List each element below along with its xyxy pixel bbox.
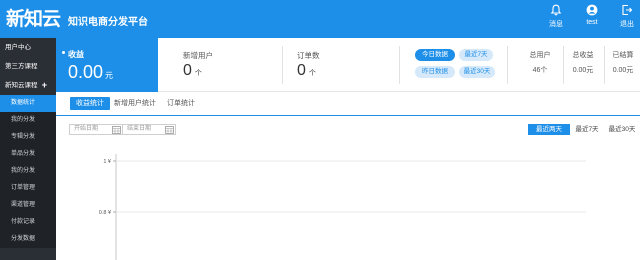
top-header: 新知云 知识电商分发平台 消息 test 退出 [0, 0, 640, 38]
sidebar-item-label: 单品分发 [11, 151, 36, 157]
sidebar-item-label: 第三方课程 [5, 63, 38, 70]
sidebar-item-label: 数据统计 [11, 100, 36, 106]
logout-icon [622, 4, 633, 16]
yesterday-data-button[interactable]: 昨日数据 [415, 66, 455, 78]
sidebar-item-label: 新知云课程 [5, 82, 38, 89]
platform-title: 知识电商分发平台 [68, 17, 148, 28]
revenue-value-row: 0.00 元 [68, 62, 113, 83]
tab-order-statistics[interactable]: 订单统计 [167, 97, 195, 110]
total-revenue-value: 0.00元 [572, 67, 594, 74]
sidebar-item-label: 我的分发 [11, 168, 36, 174]
end-date-placeholder: 结束日期 [127, 126, 152, 132]
calendar-icon [165, 126, 174, 134]
tab-new-user-statistics[interactable]: 新增用户统计 [114, 97, 156, 110]
sidebar-item-label: 渠道管理 [11, 202, 36, 208]
y-tick-label: 0.8 ¥ [99, 210, 112, 216]
settled-value: 0.00元 [612, 67, 634, 74]
expand-toggle-icon[interactable]: + [42, 76, 47, 95]
end-date-input[interactable]: 结束日期 [122, 124, 176, 135]
new-users-label: 新增用户 [183, 51, 213, 60]
sidebar-item-album-distribution[interactable]: 专辑分发 [0, 129, 56, 146]
sidebar-item-label: 分发数据 [11, 236, 36, 242]
start-date-input[interactable]: 开始日期 [69, 124, 123, 135]
messages-label: 消息 [549, 21, 563, 28]
revenue-value: 0.00 [68, 62, 104, 82]
settled-label: 已结算 [612, 52, 634, 59]
calendar-icon [112, 126, 121, 134]
revenue-card[interactable]: 收益 0.00 元 [56, 38, 158, 92]
sidebar-item-channel-management[interactable]: 渠道管理 [0, 197, 56, 214]
orders-unit: 个 [308, 70, 316, 77]
total-revenue-label: 总收益 [572, 52, 594, 59]
new-users-value-row: 0个 [183, 62, 202, 80]
range-last-30-days-button[interactable]: 最近30天 [605, 124, 639, 135]
bullet-icon [62, 51, 65, 54]
app-logo[interactable]: 新知云 [6, 4, 61, 31]
sidebar-item-data-statistics[interactable]: 数据统计 [0, 95, 56, 112]
sidebar-item-single-distribution[interactable]: 单品分发 [0, 146, 56, 163]
sidebar-item-label: 付款记录 [11, 219, 36, 225]
total-users-label: 总用户 [529, 52, 551, 59]
orders-value-row: 0个 [297, 62, 316, 80]
sidebar-item-label: 订单管理 [11, 185, 36, 191]
total-users-value: 46个 [532, 67, 548, 74]
sidebar-item-third-party-courses[interactable]: 第三方课程 [0, 57, 56, 76]
logout-label: 退出 [620, 21, 634, 28]
revenue-chart: 1 ¥0.8 ¥0.6 ¥ [56, 144, 640, 260]
sidebar-item-payment-records[interactable]: 付款记录 [0, 214, 56, 231]
tab-revenue-statistics[interactable]: 收益统计 [70, 97, 110, 110]
logout-button[interactable]: 退出 [612, 4, 640, 29]
sidebar-item-my-distribution[interactable]: 我的分发 [0, 112, 56, 129]
range-last-2-days-button[interactable]: 最近两天 [528, 124, 570, 135]
statistics-tabs: 收益统计 新增用户统计 订单统计 [56, 92, 640, 116]
sidebar-item-user-center[interactable]: 用户中心 [0, 38, 56, 57]
revenue-unit: 元 [105, 71, 114, 80]
today-data-button[interactable]: 今日数据 [415, 49, 455, 61]
orders-label: 订单数 [297, 51, 320, 60]
last-30-days-button[interactable]: 最近30天 [459, 66, 495, 78]
divider [399, 46, 400, 84]
chart-canvas: 1 ¥0.8 ¥0.6 ¥ [99, 154, 586, 260]
stats-panel: 收益 0.00 元 新增用户 0个 订单数 0个 今日数据 最近7天 昨日数据 最… [56, 38, 640, 92]
sidebar-item-order-management[interactable]: 订单管理 [0, 180, 56, 197]
divider [282, 46, 283, 84]
sidebar-item-label: 专辑分发 [11, 134, 36, 140]
sidebar: 用户中心 第三方课程 新知云课程 + 数据统计 我的分发 专辑分发 单品分发 我… [0, 38, 56, 260]
sidebar-item-label: 我的分发 [11, 117, 36, 123]
start-date-placeholder: 开始日期 [74, 126, 99, 132]
new-users-value: 0 [183, 62, 192, 79]
orders-value: 0 [297, 62, 306, 79]
sidebar-item-my-distribution-2[interactable]: 我的分发 [0, 163, 56, 180]
range-last-7-days-button[interactable]: 最近7天 [572, 124, 602, 135]
revenue-label: 收益 [68, 50, 84, 59]
sidebar-group-xinzhiyun-courses[interactable]: 新知云课程 + [0, 76, 56, 95]
sidebar-item-distribution-data[interactable]: 分发数据 [0, 231, 56, 248]
user-icon [586, 4, 598, 16]
y-tick-label: 1 ¥ [103, 159, 112, 165]
username-label: test [586, 19, 598, 26]
sidebar-item-label: 用户中心 [5, 44, 31, 51]
last-7-days-button[interactable]: 最近7天 [459, 49, 493, 61]
messages-button[interactable]: 消息 [541, 4, 571, 29]
divider [507, 46, 508, 84]
new-users-unit: 个 [194, 70, 202, 77]
user-menu-button[interactable]: test [577, 4, 607, 26]
date-filters: 开始日期 结束日期 最近两天 最近7天 最近30天 [56, 116, 640, 144]
bell-icon [550, 4, 562, 16]
